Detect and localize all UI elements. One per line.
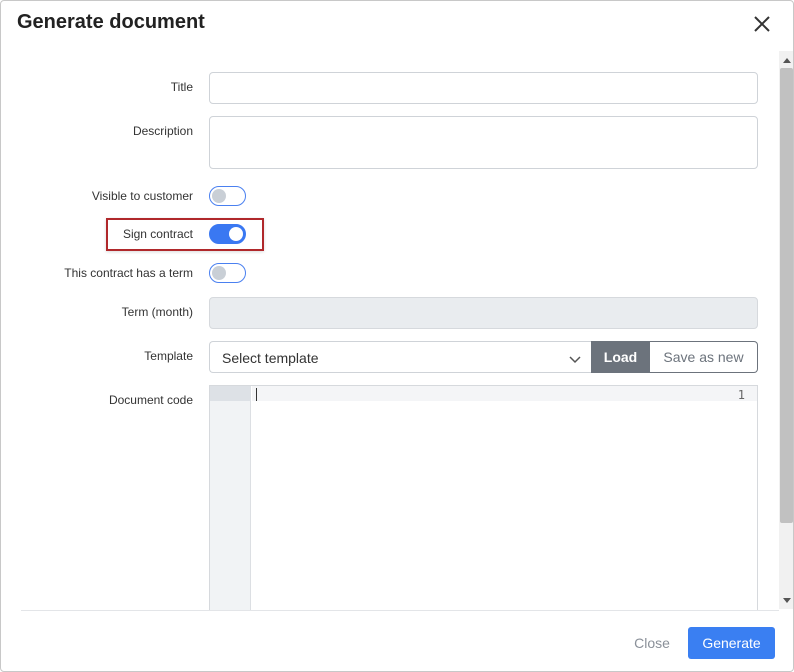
visible-to-customer-toggle[interactable] (209, 186, 246, 206)
contract-term-label: This contract has a term (64, 266, 193, 280)
dialog-title: Generate document (17, 11, 205, 33)
description-input[interactable] (209, 116, 758, 169)
editor-gutter (210, 386, 251, 611)
visible-to-customer-label: Visible to customer (91, 189, 193, 203)
editor-active-line (252, 386, 757, 401)
scrollbar-thumb[interactable] (780, 68, 793, 523)
sign-contract-toggle[interactable] (209, 224, 246, 244)
document-code-label: Document code (108, 393, 193, 407)
title-input[interactable] (209, 72, 758, 104)
contract-term-toggle[interactable] (209, 263, 246, 283)
close-icon[interactable] (751, 13, 773, 35)
title-label: Title (170, 80, 193, 94)
scroll-down-icon[interactable] (783, 598, 791, 603)
term-month-label: Term (month) (121, 305, 193, 319)
toggle-knob (229, 227, 243, 241)
toggle-knob (212, 266, 226, 280)
template-select-value: Select template (222, 350, 319, 366)
editor-gutter-active-line (210, 386, 251, 401)
document-code-editor[interactable]: 1 (209, 385, 758, 611)
generate-button[interactable]: Generate (688, 627, 775, 659)
footer-divider (21, 610, 779, 611)
generate-document-dialog: Generate document Title Description Visi… (0, 0, 794, 672)
description-label: Description (132, 124, 193, 138)
template-label: Template (144, 349, 193, 363)
sign-contract-label: Sign contract (122, 227, 193, 241)
toggle-knob (212, 189, 226, 203)
load-button[interactable]: Load (591, 341, 650, 373)
close-button[interactable]: Close (621, 627, 683, 659)
text-cursor (256, 388, 257, 401)
chevron-down-icon (569, 352, 581, 370)
term-month-input (209, 297, 758, 329)
scroll-up-icon[interactable] (783, 58, 791, 63)
line-number: 1 (737, 388, 745, 402)
template-select[interactable]: Select template (209, 341, 591, 373)
save-as-new-button[interactable]: Save as new (650, 341, 758, 373)
